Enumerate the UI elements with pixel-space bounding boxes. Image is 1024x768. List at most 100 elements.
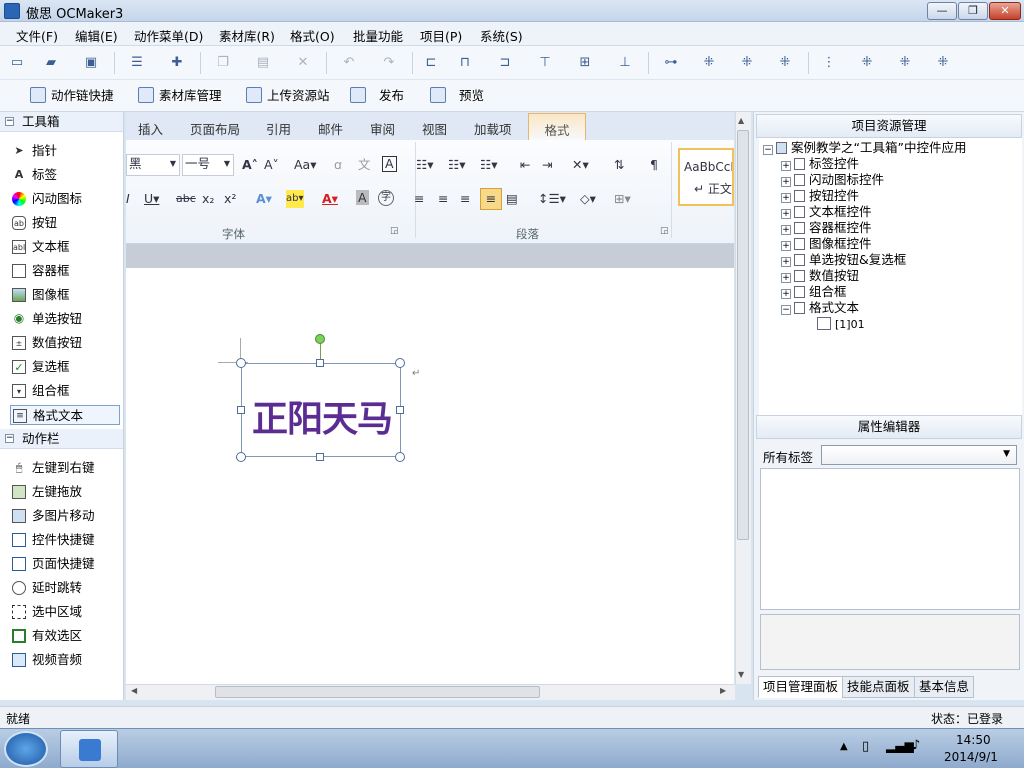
collapse-icon[interactable]: −: [763, 145, 773, 155]
action-drag-drop[interactable]: 左键拖放: [10, 482, 120, 502]
expand-icon[interactable]: +: [781, 193, 791, 203]
tool-pointer[interactable]: ➤ 指针: [10, 141, 120, 161]
show-hidden-icon[interactable]: ▲: [840, 741, 848, 752]
char-border-icon[interactable]: A: [382, 156, 397, 172]
menu-project[interactable]: 项目(P): [420, 26, 462, 45]
action-group-header[interactable]: − 动作栏: [0, 429, 123, 449]
vertical-scroll-thumb[interactable]: [737, 130, 749, 540]
expand-icon[interactable]: +: [781, 225, 791, 235]
library-manage-button[interactable]: 素材库管理: [138, 87, 222, 105]
tool-flash-icon[interactable]: 闪动图标: [10, 189, 120, 209]
font-name-select[interactable]: 黑 ▼: [126, 154, 180, 176]
same-size-icon[interactable]: ⁜: [776, 54, 794, 72]
align-text-left-icon[interactable]: ≡: [414, 190, 424, 208]
tool-radio[interactable]: ◉ 单选按钮: [10, 309, 120, 329]
tree-leaf[interactable]: [1]01: [817, 316, 865, 333]
distributed-icon[interactable]: ▤: [506, 190, 518, 208]
scroll-right-icon[interactable]: ▶: [720, 686, 726, 695]
tool-richtext[interactable]: ≡ 格式文本: [10, 405, 120, 425]
tree-node[interactable]: + 闪动图标控件: [781, 172, 884, 188]
font-color-icon[interactable]: A▾: [322, 190, 338, 208]
tree-node[interactable]: + 文本框控件: [781, 204, 872, 220]
same-height-icon[interactable]: ⁜: [738, 54, 756, 72]
highlight-icon[interactable]: ab▾: [286, 190, 304, 208]
expand-icon[interactable]: +: [781, 161, 791, 171]
underline-icon[interactable]: U▾: [144, 190, 159, 208]
tree-node[interactable]: − 格式文本: [781, 300, 859, 316]
text-effect-icon[interactable]: A▾: [256, 190, 272, 208]
align-text-center-icon[interactable]: ≡: [438, 190, 448, 208]
scroll-down-icon[interactable]: ▼: [738, 670, 744, 679]
align-right-icon[interactable]: ⊐: [496, 54, 514, 72]
open-folder-icon[interactable]: ▰: [42, 54, 60, 72]
enclose-char-icon[interactable]: 字: [378, 190, 394, 206]
paragraph-dialog-launcher[interactable]: ◲: [660, 226, 669, 236]
tree-node[interactable]: + 按钮控件: [781, 188, 859, 204]
minimize-button[interactable]: —: [927, 2, 957, 20]
action-video-audio[interactable]: 视频音频: [10, 650, 120, 670]
borders-icon[interactable]: ⊞▾: [614, 190, 631, 208]
tool-combo[interactable]: ▾ 组合框: [10, 381, 120, 401]
clear-format-icon[interactable]: ꭤ: [334, 156, 342, 174]
resize-handle[interactable]: [316, 453, 324, 461]
resize-handle[interactable]: [396, 406, 404, 414]
action-delay-jump[interactable]: 延时跳转: [10, 578, 120, 598]
close-button[interactable]: ✕: [989, 2, 1021, 20]
action-select-region[interactable]: 选中区域: [10, 602, 120, 622]
expand-icon[interactable]: +: [781, 241, 791, 251]
preview-button[interactable]: 预览: [430, 87, 484, 105]
menu-system[interactable]: 系统(S): [480, 26, 523, 45]
property-grid[interactable]: [760, 468, 1020, 610]
expand-icon[interactable]: +: [781, 289, 791, 299]
tool-image[interactable]: 图像框: [10, 285, 120, 305]
multilevel-icon[interactable]: ☷▾: [480, 156, 497, 174]
expand-icon[interactable]: +: [781, 177, 791, 187]
distribute-v-icon[interactable]: ⋮: [820, 54, 838, 72]
asian-layout-icon[interactable]: ✕▾: [572, 156, 589, 174]
decrease-indent-icon[interactable]: ⇤: [520, 156, 530, 174]
tab-addins[interactable]: 加载项: [474, 119, 512, 138]
font-dialog-launcher[interactable]: ◲: [390, 226, 399, 236]
tab-project-panel[interactable]: 项目管理面板: [758, 676, 844, 698]
action-left-to-right[interactable]: 🖱 左键到右键: [10, 458, 120, 478]
tool-container[interactable]: 容器框: [10, 261, 120, 281]
taskbar-app[interactable]: [60, 730, 118, 768]
superscript-icon[interactable]: x²: [224, 190, 236, 208]
tab-insert[interactable]: 插入: [138, 119, 163, 138]
expand-icon[interactable]: +: [781, 209, 791, 219]
device-icon[interactable]: ▯: [862, 739, 869, 754]
toolbox-group-header[interactable]: − 工具箱: [0, 112, 123, 132]
align-middle-icon[interactable]: ⊞: [576, 54, 594, 72]
scroll-left-icon[interactable]: ◀: [131, 686, 137, 695]
action-valid-region[interactable]: 有效选区: [10, 626, 120, 646]
tags-dropdown[interactable]: ▼: [821, 445, 1017, 465]
copy-icon[interactable]: ❐: [214, 54, 232, 72]
action-control-shortcut[interactable]: 控件快捷键: [10, 530, 120, 550]
bullets-icon[interactable]: ☷▾: [416, 156, 433, 174]
resize-handle[interactable]: [237, 406, 245, 414]
resize-handle[interactable]: [316, 359, 324, 367]
expand-icon[interactable]: +: [781, 273, 791, 283]
menu-batch[interactable]: 批量功能: [353, 26, 403, 45]
save-icon[interactable]: ▣: [82, 54, 100, 72]
sort-icon[interactable]: ⇅: [614, 156, 624, 174]
tree-node[interactable]: + 组合框: [781, 284, 847, 300]
network-icon[interactable]: ▂▄▆: [886, 739, 914, 753]
italic-icon[interactable]: I: [126, 190, 130, 208]
align-bottom-icon[interactable]: ⊥: [616, 54, 634, 72]
show-marks-icon[interactable]: ¶: [650, 156, 658, 174]
action-chain-button[interactable]: 动作链快捷: [30, 87, 114, 105]
align-text-right-icon[interactable]: ≡: [460, 190, 470, 208]
resize-handle[interactable]: [236, 452, 246, 462]
paste-icon[interactable]: ▤: [254, 54, 272, 72]
tool-checkbox[interactable]: ✓ 复选框: [10, 357, 120, 377]
phonetic-icon[interactable]: 文: [358, 156, 371, 174]
resize-handle[interactable]: [236, 358, 246, 368]
subscript-icon[interactable]: x₂: [202, 190, 214, 208]
align-top-icon[interactable]: ⊤: [536, 54, 554, 72]
tab-layout[interactable]: 页面布局: [190, 119, 240, 138]
expand-icon[interactable]: +: [781, 257, 791, 267]
delete-icon[interactable]: ✕: [294, 54, 312, 72]
numbering-icon[interactable]: ☷▾: [448, 156, 465, 174]
scroll-up-icon[interactable]: ▲: [738, 116, 744, 125]
